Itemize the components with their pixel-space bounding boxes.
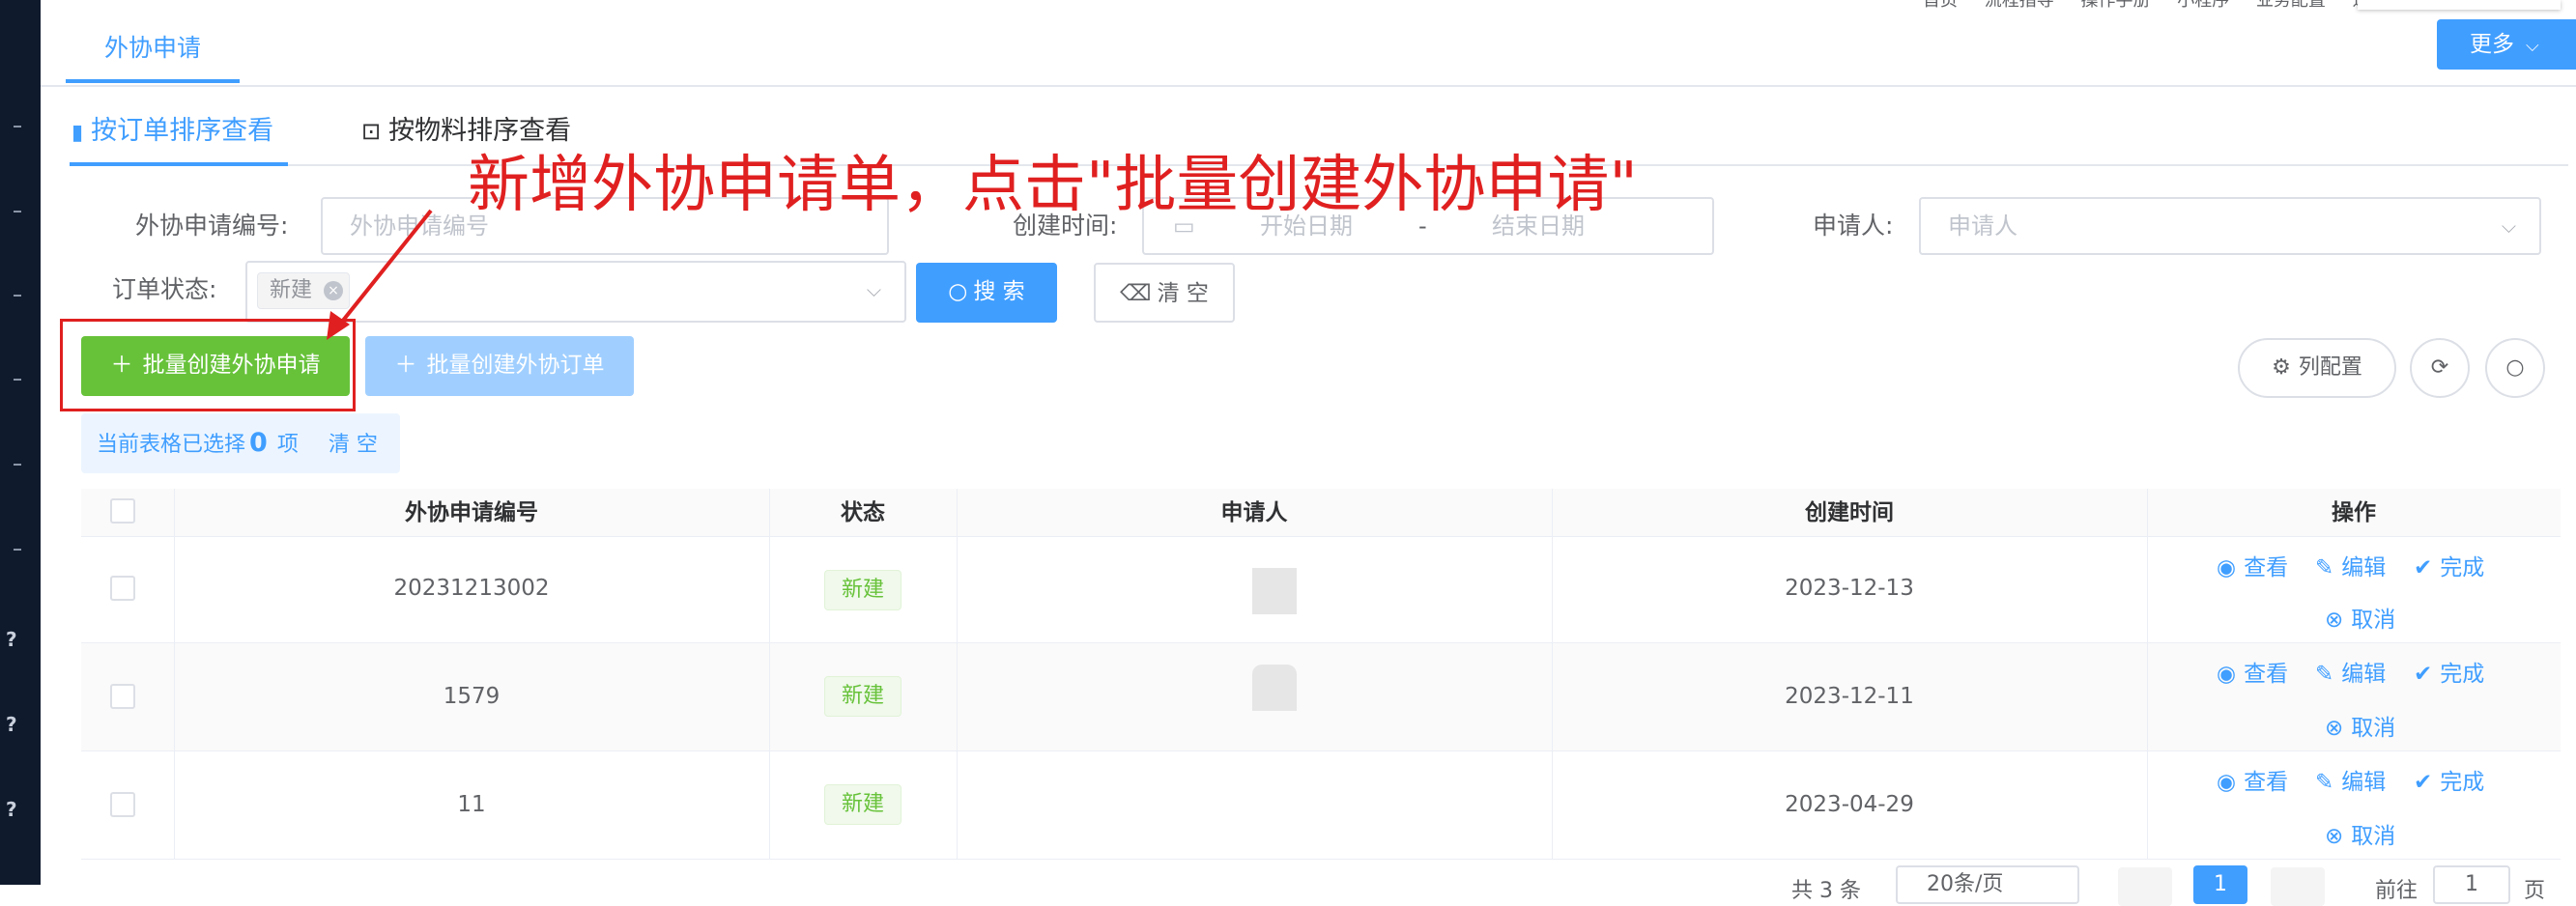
eye-icon: ◉ bbox=[2217, 662, 2237, 687]
view-label: 查看 bbox=[2244, 555, 2289, 580]
cancel-label: 取消 bbox=[2351, 824, 2396, 849]
eye-icon: ◉ bbox=[2217, 770, 2237, 795]
cell-created: 2023-12-11 bbox=[1785, 684, 1914, 709]
col-actions: 操作 bbox=[2332, 500, 2376, 525]
view-link[interactable]: ◉ 查看 bbox=[2217, 655, 2288, 688]
col-divider bbox=[769, 489, 770, 860]
check-circle-icon: ✔ bbox=[2414, 662, 2433, 687]
next-page-button[interactable] bbox=[2271, 867, 2325, 906]
complete-link[interactable]: ✔ 完成 bbox=[2414, 549, 2484, 581]
edit-link[interactable]: ✎ 编辑 bbox=[2315, 549, 2386, 581]
col-applicant: 申请人 bbox=[1220, 500, 1288, 525]
page-size-select[interactable]: 20条/页 bbox=[1896, 865, 2079, 904]
check-circle-icon: ✔ bbox=[2414, 770, 2433, 795]
view-link[interactable]: ◉ 查看 bbox=[2217, 763, 2288, 796]
view-link[interactable]: ◉ 查看 bbox=[2217, 549, 2288, 581]
x-circle-icon: ⊗ bbox=[2325, 608, 2344, 633]
select-all-checkbox[interactable] bbox=[110, 498, 135, 524]
row-checkbox[interactable] bbox=[110, 684, 135, 709]
pencil-icon: ✎ bbox=[2315, 770, 2334, 795]
goto-label: 前往 bbox=[2375, 879, 2419, 903]
cancel-link[interactable]: ⊗ 取消 bbox=[2325, 817, 2395, 850]
view-label: 查看 bbox=[2244, 770, 2289, 795]
complete-label: 完成 bbox=[2440, 662, 2485, 687]
complete-label: 完成 bbox=[2440, 555, 2485, 580]
status-badge: 新建 bbox=[824, 570, 902, 610]
complete-label: 完成 bbox=[2440, 770, 2485, 795]
col-apply-no: 外协申请编号 bbox=[405, 500, 538, 525]
edit-label: 编辑 bbox=[2341, 662, 2387, 687]
cell-created: 2023-12-13 bbox=[1785, 576, 1914, 601]
cell-apply-no: 11 bbox=[457, 792, 486, 817]
cancel-link[interactable]: ⊗ 取消 bbox=[2325, 601, 2395, 634]
page-jump-input[interactable]: 1 bbox=[2433, 865, 2510, 904]
edit-link[interactable]: ✎ 编辑 bbox=[2315, 763, 2386, 796]
cancel-link[interactable]: ⊗ 取消 bbox=[2325, 709, 2395, 742]
pagination-total: 共 3 条 bbox=[1791, 879, 1861, 903]
cell-created: 2023-04-29 bbox=[1785, 792, 1914, 817]
row-checkbox[interactable] bbox=[110, 576, 135, 601]
pencil-icon: ✎ bbox=[2315, 555, 2334, 580]
complete-link[interactable]: ✔ 完成 bbox=[2414, 763, 2484, 796]
status-badge: 新建 bbox=[824, 676, 902, 717]
prev-page-button[interactable] bbox=[2118, 867, 2172, 906]
complete-link[interactable]: ✔ 完成 bbox=[2414, 655, 2484, 688]
pencil-icon: ✎ bbox=[2315, 662, 2334, 687]
x-circle-icon: ⊗ bbox=[2325, 824, 2344, 849]
edit-link[interactable]: ✎ 编辑 bbox=[2315, 655, 2386, 688]
applicant-redacted bbox=[1252, 568, 1297, 614]
row-checkbox[interactable] bbox=[110, 792, 135, 817]
page-unit-label: 页 bbox=[2524, 879, 2546, 903]
col-created: 创建时间 bbox=[1805, 500, 1894, 525]
cancel-label: 取消 bbox=[2351, 608, 2396, 633]
check-circle-icon: ✔ bbox=[2414, 555, 2433, 580]
cell-apply-no: 20231213002 bbox=[393, 576, 550, 601]
view-label: 查看 bbox=[2244, 662, 2289, 687]
edit-label: 编辑 bbox=[2341, 555, 2387, 580]
cell-apply-no: 1579 bbox=[443, 684, 501, 709]
col-divider bbox=[2147, 489, 2148, 860]
col-divider bbox=[957, 489, 958, 860]
status-badge: 新建 bbox=[824, 784, 902, 825]
col-status: 状态 bbox=[841, 500, 885, 525]
page-number-current[interactable]: 1 bbox=[2193, 865, 2247, 904]
edit-label: 编辑 bbox=[2341, 770, 2387, 795]
applicant-redacted bbox=[1252, 665, 1297, 711]
x-circle-icon: ⊗ bbox=[2325, 716, 2344, 741]
cancel-label: 取消 bbox=[2351, 716, 2396, 741]
eye-icon: ◉ bbox=[2217, 555, 2237, 580]
